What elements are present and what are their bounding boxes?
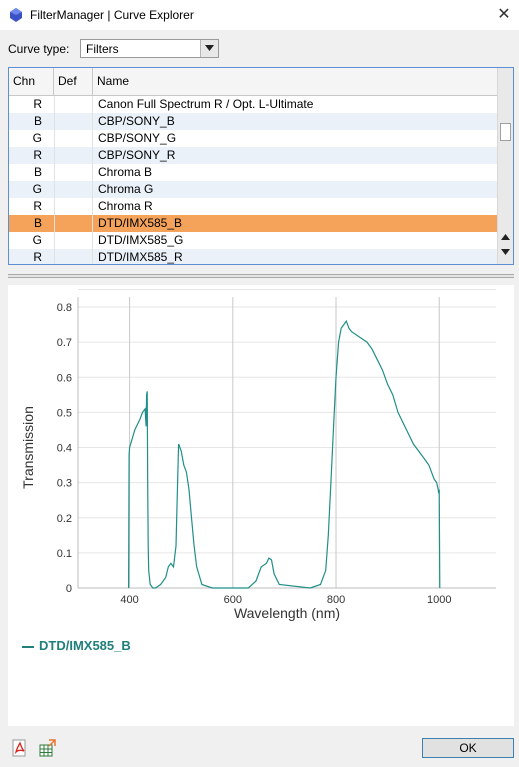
scroll-down-icon[interactable] xyxy=(501,249,510,255)
cell-def xyxy=(54,181,93,198)
series-line-0 xyxy=(128,319,441,589)
table-body: R Canon Full Spectrum R / Opt. L-Ultimate… xyxy=(9,96,498,264)
cell-chn: G xyxy=(32,233,42,247)
table-row[interactable]: R Chroma R xyxy=(9,198,498,215)
close-icon: ✕ xyxy=(497,6,511,23)
cell-chn: R xyxy=(33,199,42,213)
column-header-chn[interactable]: Chn xyxy=(9,68,54,95)
cell-def xyxy=(54,130,93,147)
cell-name: CBP/SONY_R xyxy=(98,148,176,162)
x-tick-label: 1000 xyxy=(427,594,451,606)
x-axis-title: Wavelength (nm) xyxy=(234,605,340,621)
cell-name: DTD/IMX585_R xyxy=(98,250,183,264)
y-tick-label: 0.5 xyxy=(57,407,72,419)
cell-def xyxy=(54,164,93,181)
y-tick-label: 0 xyxy=(66,583,72,595)
cell-name: Chroma R xyxy=(98,199,153,213)
table-row[interactable]: B DTD/IMX585_B xyxy=(9,215,498,232)
column-header-def[interactable]: Def xyxy=(54,68,93,95)
y-tick-label: 0.1 xyxy=(57,548,72,560)
cell-def xyxy=(54,249,93,264)
y-tick-label: 0.6 xyxy=(57,372,72,384)
vertical-scrollbar[interactable] xyxy=(497,68,513,264)
table-row[interactable]: R CBP/SONY_R xyxy=(9,147,498,164)
table-row[interactable]: G DTD/IMX585_G xyxy=(9,232,498,249)
pdf-export-icon[interactable] xyxy=(10,739,28,757)
app-logo-icon xyxy=(10,8,22,22)
column-header-name[interactable]: Name xyxy=(93,68,498,95)
cell-def xyxy=(54,96,93,113)
cell-name: DTD/IMX585_B xyxy=(98,216,183,230)
cell-name: CBP/SONY_G xyxy=(98,131,177,145)
transmission-chart: 00.10.20.30.40.50.60.70.8400 600 800 1000Wa… xyxy=(20,288,496,621)
table-header: Chn Def Name xyxy=(9,68,498,96)
table-row[interactable]: B Chroma B xyxy=(9,164,498,181)
cell-chn: R xyxy=(33,97,42,111)
table-row[interactable]: G Chroma G xyxy=(9,181,498,198)
filter-table: Chn Def Name R Canon Full Spectrum R / Op… xyxy=(8,67,514,265)
cell-name: Canon Full Spectrum R / Opt. L-Ultimate xyxy=(98,97,314,111)
cell-def xyxy=(54,113,93,130)
cell-name: Chroma B xyxy=(98,165,153,179)
cell-chn: B xyxy=(33,114,42,128)
cell-chn: B xyxy=(33,216,42,230)
scrollbar-thumb[interactable] xyxy=(500,123,511,141)
curve-type-label: Curve type: xyxy=(8,42,70,56)
legend-swatch xyxy=(22,645,34,648)
close-button[interactable]: ✕ xyxy=(489,0,519,30)
table-row[interactable]: G CBP/SONY_G xyxy=(9,130,498,147)
panel-splitter[interactable] xyxy=(8,274,514,278)
y-tick-label: 0.2 xyxy=(57,513,72,525)
cell-name: Chroma G xyxy=(98,182,154,196)
x-tick-label: 400 xyxy=(120,594,138,606)
cell-chn: G xyxy=(32,182,42,196)
y-tick-label: 0.3 xyxy=(57,478,72,490)
legend-label: DTD/IMX585_B xyxy=(39,638,131,653)
chart-panel: 0 0.1 0.2 0.3 0.4 0.5 0.6 0.7 0.8 400 600 800 1000 Wa… xyxy=(8,285,514,726)
cell-def xyxy=(54,215,93,232)
y-tick-label: 0.8 xyxy=(57,302,72,314)
chevron-down-icon xyxy=(205,45,214,51)
cell-def xyxy=(54,198,93,215)
y-tick-label: 0.4 xyxy=(57,443,72,455)
data-export-icon[interactable] xyxy=(38,739,56,757)
cell-name: DTD/IMX585_G xyxy=(98,233,184,247)
table-row[interactable]: B CBP/SONY_B xyxy=(9,113,498,130)
dropdown-button[interactable] xyxy=(200,40,218,57)
y-tick-label: 0.7 xyxy=(57,337,72,349)
cell-def xyxy=(54,232,93,249)
ok-button[interactable]: OK xyxy=(422,738,514,758)
scroll-up-icon[interactable] xyxy=(501,234,510,240)
curve-type-select[interactable]: Filters xyxy=(80,39,219,58)
table-row[interactable]: R Canon Full Spectrum R / Opt. L-Ultimate xyxy=(9,96,498,113)
title-bar: FilterManager | Curve Explorer ✕ xyxy=(0,0,519,30)
cell-chn: G xyxy=(32,131,42,145)
cell-def xyxy=(54,147,93,164)
cell-name: CBP/SONY_B xyxy=(98,114,175,128)
cell-chn: B xyxy=(33,165,42,179)
curve-type-value: Filters xyxy=(86,42,119,56)
window-title: FilterManager | Curve Explorer xyxy=(30,8,194,22)
cell-chn: R xyxy=(33,250,42,264)
cell-chn: R xyxy=(33,148,42,162)
chart-legend: DTD/IMX585_B xyxy=(22,638,131,653)
table-row[interactable]: R DTD/IMX585_R xyxy=(9,249,498,264)
y-axis-title: Transmission xyxy=(20,406,36,489)
